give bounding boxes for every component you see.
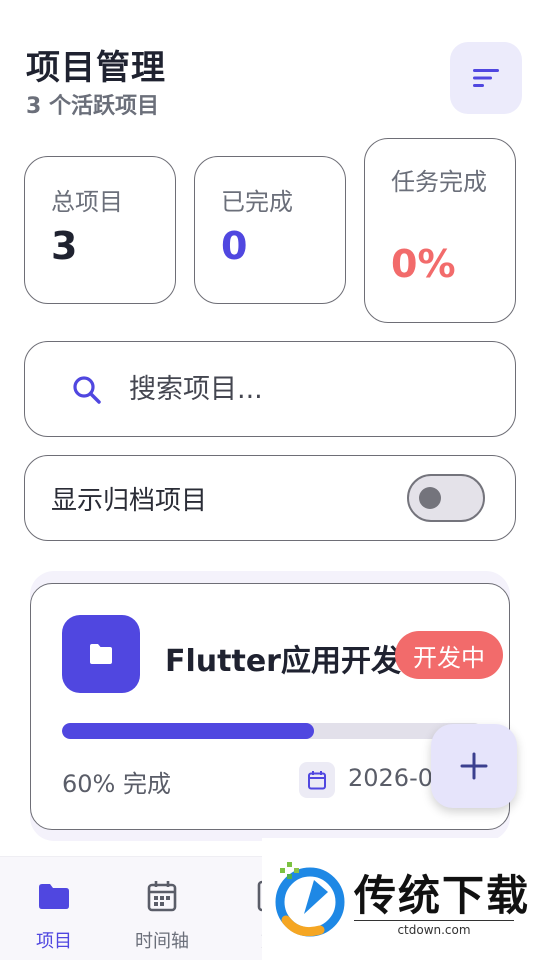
- nav-label: 项目: [36, 931, 72, 952]
- watermark-logo-icon: [275, 862, 345, 937]
- watermark: 传统下载 ctdown.com: [262, 838, 540, 960]
- stat-label: 已完成: [221, 188, 293, 216]
- nav-item-timeline[interactable]: 时间轴: [117, 857, 207, 960]
- stat-value: 3: [51, 224, 78, 268]
- stat-task-completion: 任务完成 0%: [364, 138, 516, 323]
- progress-fill: [62, 723, 314, 739]
- active-projects-count: 3 个活跃项目: [26, 94, 159, 119]
- watermark-text: 传统下载: [354, 871, 531, 920]
- toggle-knob: [419, 487, 441, 509]
- show-archived-label: 显示归档项目: [51, 486, 208, 516]
- project-icon-tile: [62, 615, 140, 693]
- folder-icon: [39, 884, 69, 909]
- date-icon-box: [299, 762, 335, 798]
- search-input[interactable]: [129, 368, 489, 410]
- status-badge: 开发中: [395, 631, 503, 679]
- page-title: 项目管理: [26, 48, 166, 88]
- search-icon: [73, 376, 101, 404]
- plus-icon: [460, 752, 488, 780]
- folder-icon: [90, 644, 112, 664]
- search-box[interactable]: [24, 341, 516, 437]
- stat-total-projects: 总项目 3: [24, 156, 176, 304]
- stat-value: 0%: [391, 242, 456, 286]
- stat-value: 0: [221, 224, 248, 268]
- project-name: Flutter应用开发: [165, 644, 401, 679]
- progress-label: 60% 完成: [62, 770, 171, 798]
- show-archived-row: 显示归档项目: [24, 455, 516, 541]
- progress-bar: [62, 723, 482, 739]
- stat-label: 任务完成: [391, 168, 487, 196]
- stat-completed: 已完成 0: [194, 156, 346, 304]
- nav-label: 时间轴: [135, 931, 189, 952]
- watermark-url: ctdown.com: [354, 920, 514, 937]
- show-archived-toggle[interactable]: [407, 474, 485, 522]
- sort-icon: [473, 69, 499, 87]
- add-project-button[interactable]: [431, 724, 517, 808]
- calendar-icon: [308, 771, 326, 790]
- stat-label: 总项目: [51, 188, 123, 216]
- calendar-icon: [147, 881, 177, 912]
- sort-button[interactable]: [450, 42, 522, 114]
- nav-item-projects[interactable]: 项目: [9, 857, 99, 960]
